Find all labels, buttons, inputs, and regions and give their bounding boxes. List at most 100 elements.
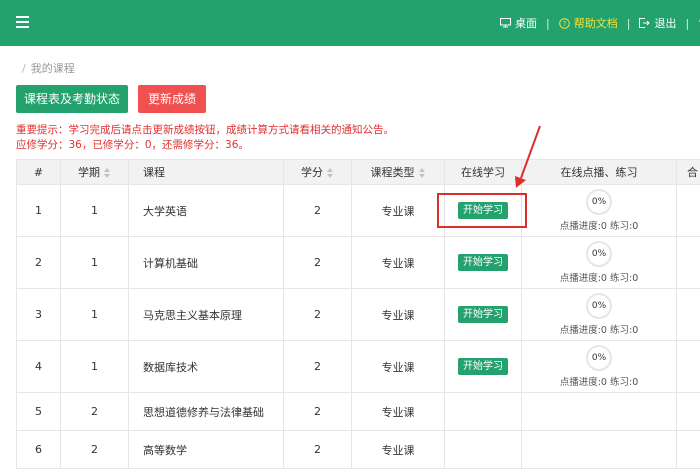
cell-term: 1 xyxy=(60,340,129,393)
cell-extra xyxy=(676,392,700,431)
table-row: 2 1 计算机基础 2 专业课 开始学习 0% 点播进度:0 练习:0 xyxy=(16,236,700,289)
progress-ring: 0% xyxy=(586,241,612,267)
cell-type: 专业课 xyxy=(351,184,445,237)
logout-icon xyxy=(639,18,651,28)
breadcrumb-current[interactable]: 我的课程 xyxy=(31,62,75,75)
progress-text: 点播进度:0 练习:0 xyxy=(559,273,639,284)
start-study-button[interactable]: 开始学习 xyxy=(458,306,508,323)
cell-online xyxy=(444,430,522,469)
table-row: 5 2 思想道德修养与法律基础 2 专业课 xyxy=(16,392,700,431)
menu-toggle-icon[interactable] xyxy=(16,16,29,28)
cell-credit: 2 xyxy=(283,430,352,469)
start-study-button[interactable]: 开始学习 xyxy=(458,202,508,219)
progress-ring: 0% xyxy=(586,345,612,371)
top-bar: 桌面 | ? 帮助文档 | 退出 | xyxy=(0,0,700,46)
cell-index: 1 xyxy=(16,184,61,237)
cell-type: 专业课 xyxy=(351,392,445,431)
cell-extra xyxy=(676,430,700,469)
col-header-term[interactable]: 学期 xyxy=(60,159,129,185)
cell-credit: 2 xyxy=(283,184,352,237)
progress-ring: 0% xyxy=(586,293,612,319)
nav-help-label: 帮助文档 xyxy=(573,17,618,30)
cell-credit: 2 xyxy=(283,288,352,341)
cell-course: 数据库技术 xyxy=(128,340,284,393)
col-header-course: 课程 xyxy=(128,159,284,185)
sort-icon[interactable] xyxy=(104,168,111,178)
cell-term: 1 xyxy=(60,184,129,237)
refresh-grades-button[interactable]: 更新成绩 xyxy=(138,85,206,113)
progress-text: 点播进度:0 练习:0 xyxy=(559,221,639,232)
cell-term: 1 xyxy=(60,288,129,341)
nav-desktop[interactable]: 桌面 xyxy=(500,15,537,31)
progress-text: 点播进度:0 练习:0 xyxy=(559,325,639,336)
cell-index: 4 xyxy=(16,340,61,393)
cell-online: 开始学习 xyxy=(444,184,522,237)
cell-extra xyxy=(676,184,700,237)
breadcrumb-separator: / xyxy=(22,62,26,75)
cell-progress xyxy=(521,392,677,431)
table-row: 3 1 马克思主义基本原理 2 专业课 开始学习 0% 点播进度:0 练习:0 xyxy=(16,288,700,341)
cell-course: 大学英语 xyxy=(128,184,284,237)
cell-type: 专业课 xyxy=(351,340,445,393)
col-header-index: # xyxy=(16,159,61,185)
nav-separator: | xyxy=(626,16,631,30)
cell-extra xyxy=(676,340,700,393)
top-nav: 桌面 | ? 帮助文档 | 退出 | xyxy=(500,15,700,31)
start-study-button[interactable]: 开始学习 xyxy=(458,358,508,375)
progress-ring: 0% xyxy=(586,189,612,215)
nav-separator: | xyxy=(546,16,550,30)
cell-credit: 2 xyxy=(283,392,352,431)
important-notice: 重要提示：学习完成后请点击更新成绩按钮，成绩计算方式请看相关的通知公告。 应修学… xyxy=(16,123,394,153)
nav-logout[interactable]: 退出 xyxy=(639,15,676,31)
nav-help[interactable]: ? 帮助文档 xyxy=(558,15,618,31)
cell-index: 2 xyxy=(16,236,61,289)
cell-extra xyxy=(676,236,700,289)
nav-separator: | xyxy=(685,16,690,30)
notice-line: 重要提示：学习完成后请点击更新成绩按钮，成绩计算方式请看相关的通知公告。 xyxy=(16,124,394,136)
cell-type: 专业课 xyxy=(351,236,445,289)
schedule-attendance-button[interactable]: 课程表及考勤状态 xyxy=(16,85,128,113)
table-header-row: # 学期 课程 学分 课程类型 在线学习 在线点播、练习 合 xyxy=(16,159,700,185)
nav-logout-label: 退出 xyxy=(654,17,677,30)
cell-progress xyxy=(521,430,677,469)
col-header-extra: 合 xyxy=(676,159,700,185)
help-icon: ? xyxy=(558,17,570,29)
cell-online: 开始学习 xyxy=(444,340,522,393)
sort-icon[interactable] xyxy=(327,168,334,178)
cell-progress: 0% 点播进度:0 练习:0 xyxy=(521,340,677,393)
course-table: # 学期 课程 学分 课程类型 在线学习 在线点播、练习 合 1 1 大学英语 … xyxy=(16,159,700,469)
cell-progress: 0% 点播进度:0 练习:0 xyxy=(521,236,677,289)
cell-term: 2 xyxy=(60,392,129,431)
svg-text:?: ? xyxy=(562,20,566,28)
col-header-type[interactable]: 课程类型 xyxy=(351,159,445,185)
credit-summary: 应修学分：36，已修学分：0，还需修学分：36。 xyxy=(16,139,249,151)
table-row: 6 2 高等数学 2 专业课 xyxy=(16,430,700,469)
cell-index: 5 xyxy=(16,392,61,431)
col-header-progress: 在线点播、练习 xyxy=(521,159,677,185)
table-row: 1 1 大学英语 2 专业课 开始学习 0% 点播进度:0 练习:0 xyxy=(16,184,700,237)
cell-course: 马克思主义基本原理 xyxy=(128,288,284,341)
cell-online: 开始学习 xyxy=(444,236,522,289)
cell-progress: 0% 点播进度:0 练习:0 xyxy=(521,184,677,237)
cell-online xyxy=(444,392,522,431)
start-study-button[interactable]: 开始学习 xyxy=(458,254,508,271)
cell-extra xyxy=(676,288,700,341)
table-row: 4 1 数据库技术 2 专业课 开始学习 0% 点播进度:0 练习:0 xyxy=(16,340,700,393)
cell-type: 专业课 xyxy=(351,288,445,341)
sort-icon[interactable] xyxy=(418,168,426,178)
cell-credit: 2 xyxy=(283,340,352,393)
cell-course: 高等数学 xyxy=(128,430,284,469)
cell-term: 1 xyxy=(60,236,129,289)
progress-text: 点播进度:0 练习:0 xyxy=(559,377,639,388)
breadcrumb: / 我的课程 xyxy=(22,60,75,76)
cell-progress: 0% 点播进度:0 练习:0 xyxy=(521,288,677,341)
cell-credit: 2 xyxy=(283,236,352,289)
cell-index: 6 xyxy=(16,430,61,469)
col-header-online: 在线学习 xyxy=(444,159,522,185)
cell-type: 专业课 xyxy=(351,430,445,469)
cell-term: 2 xyxy=(60,430,129,469)
col-header-credit[interactable]: 学分 xyxy=(283,159,352,185)
cell-course: 思想道德修养与法律基础 xyxy=(128,392,284,431)
cell-course: 计算机基础 xyxy=(128,236,284,289)
cell-online: 开始学习 xyxy=(444,288,522,341)
